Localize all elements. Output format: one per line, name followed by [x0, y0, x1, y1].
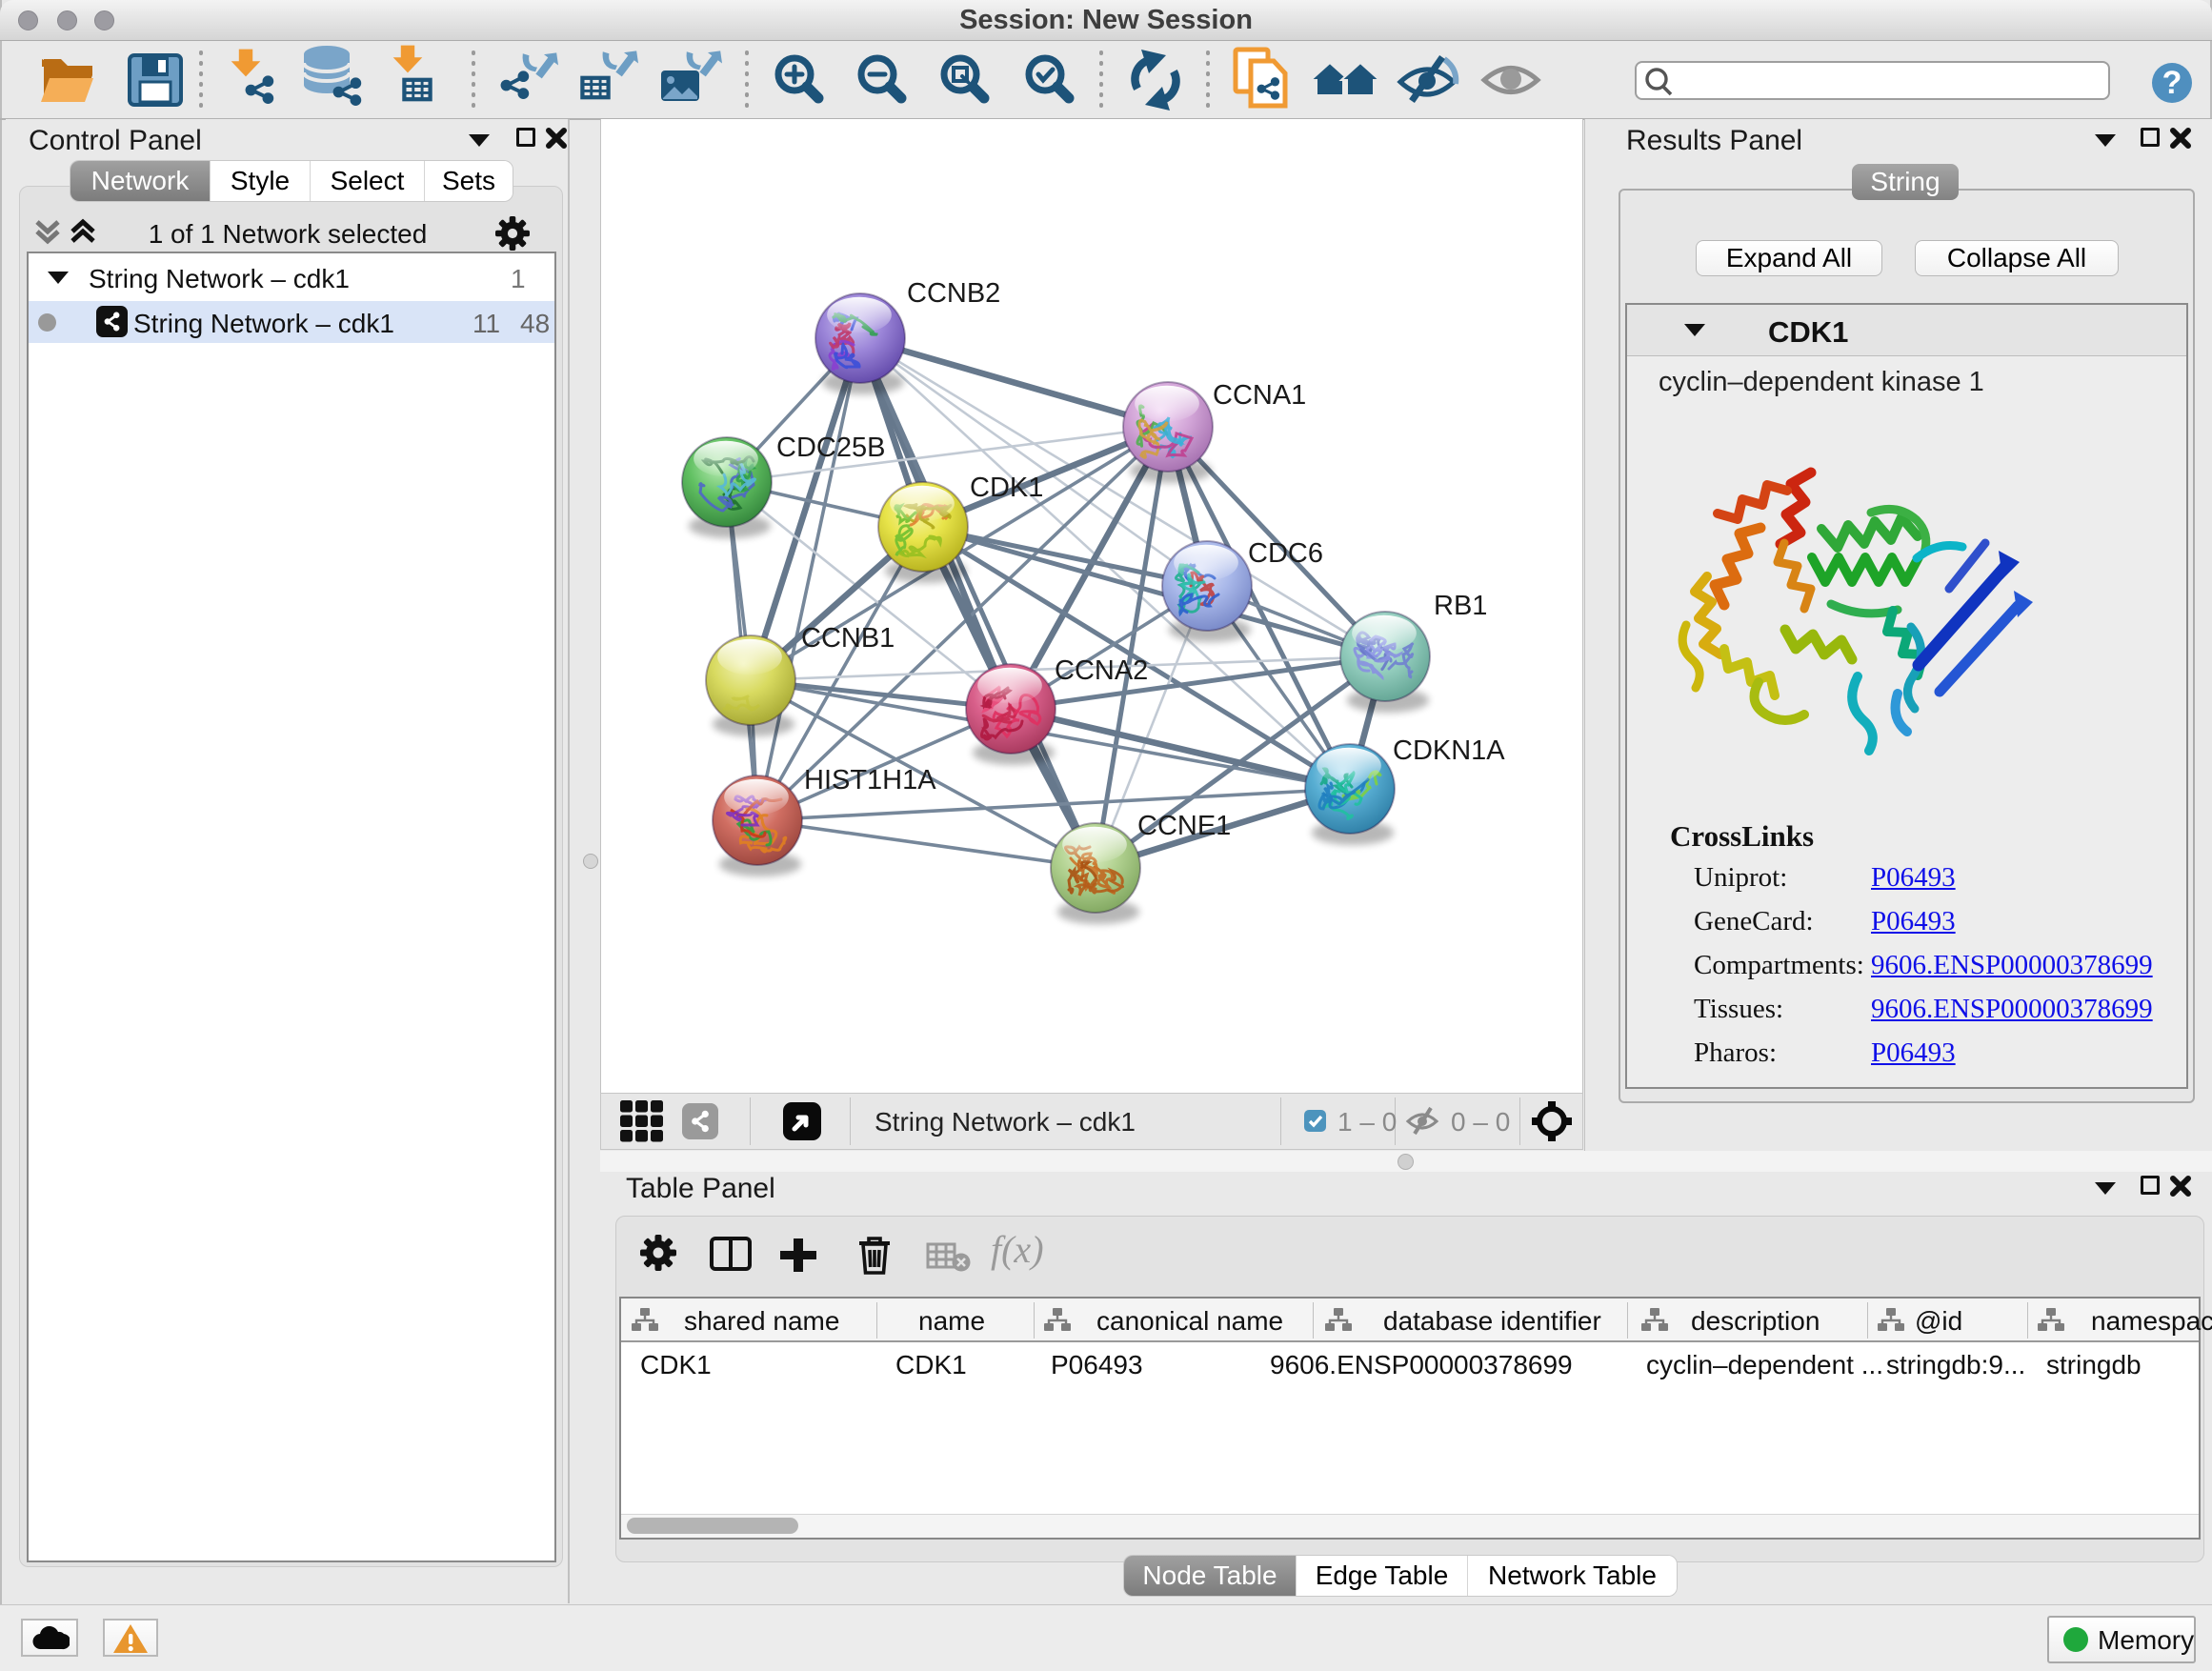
svg-text:CDC25B: CDC25B [776, 433, 885, 463]
svg-text:CCNA2: CCNA2 [1055, 655, 1148, 686]
svg-text:CCNE1: CCNE1 [1137, 811, 1231, 841]
svg-text:RB1: RB1 [1434, 591, 1487, 621]
svg-text:CDC6: CDC6 [1248, 538, 1323, 569]
svg-text:CCNB2: CCNB2 [907, 278, 1000, 309]
svg-text:CDKN1A: CDKN1A [1393, 735, 1505, 766]
svg-text:CCNB1: CCNB1 [801, 623, 895, 654]
svg-text:HIST1H1A: HIST1H1A [804, 765, 936, 795]
svg-text:CCNA1: CCNA1 [1213, 380, 1306, 411]
svg-text:CDK1: CDK1 [970, 473, 1043, 503]
